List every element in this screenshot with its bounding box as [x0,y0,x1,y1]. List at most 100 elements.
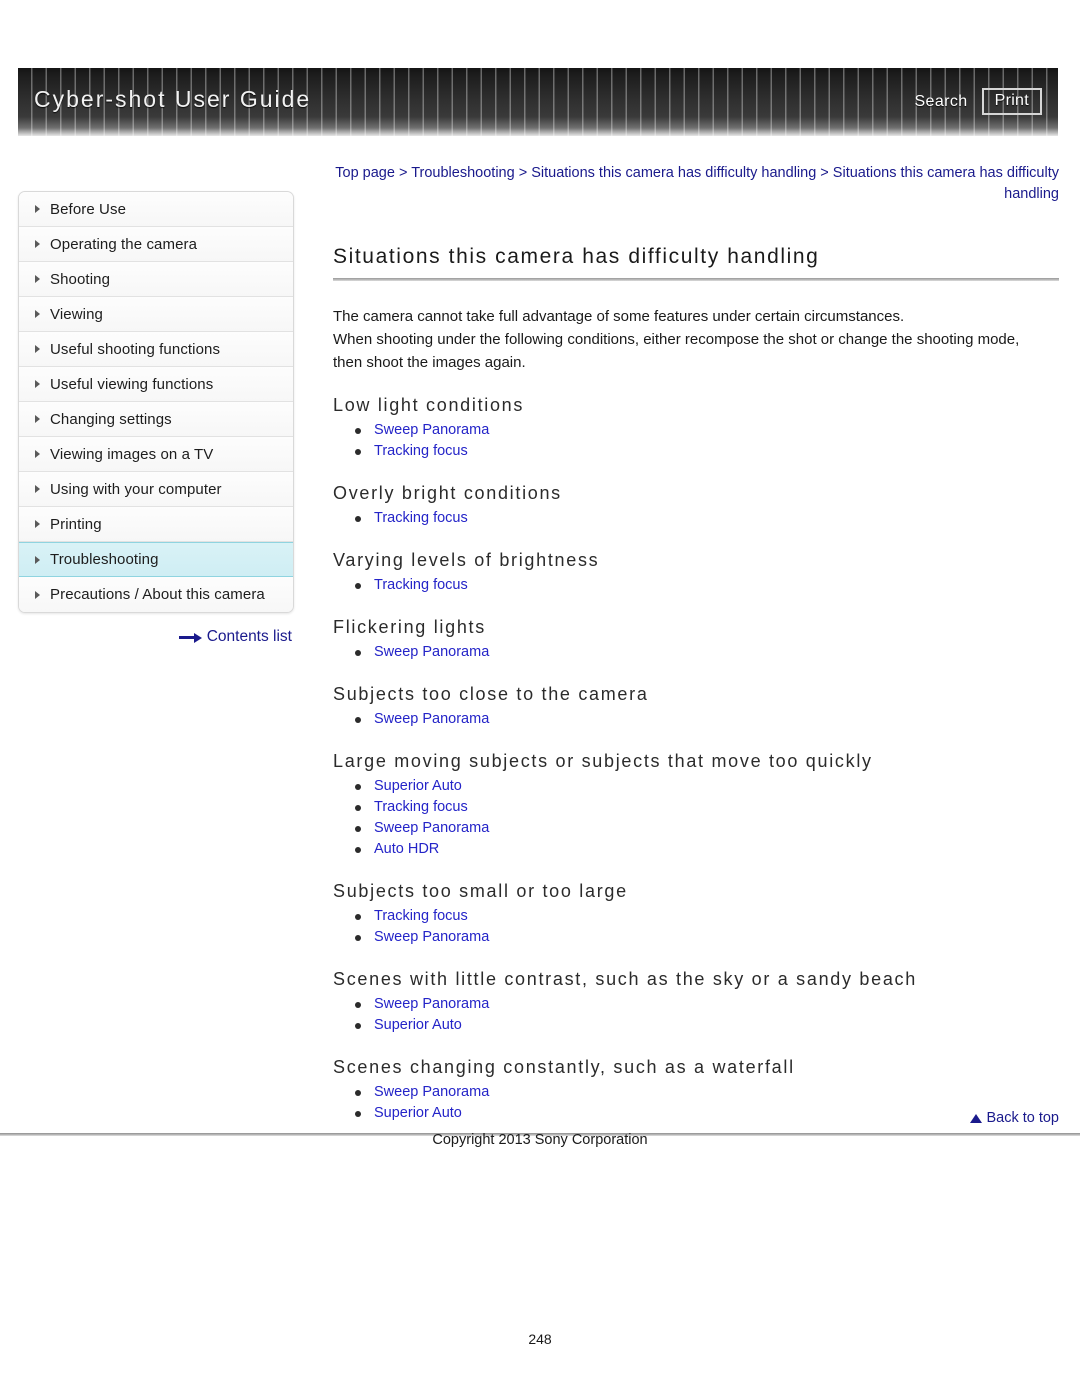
triangle-right-icon [35,555,40,564]
breadcrumb-item-current: Situations this camera has difficulty ha… [832,165,1059,202]
contents-list-link[interactable]: Contents list [18,628,292,646]
sidebar: Before Use Operating the camera Shooting Vi… [18,191,294,613]
back-to-top-label: Back to top [986,1110,1059,1126]
section-link-list: Superior Auto Tracking focus Sweep Panoram… [333,776,1059,860]
breadcrumb-item-troubleshooting[interactable]: Troubleshooting [411,165,514,181]
print-button[interactable]: Print [981,88,1042,115]
intro-paragraph: The camera cannot take full advantage of… [333,305,1059,374]
section-heading: Scenes changing constantly, such as a wa… [333,1057,795,1077]
feature-link[interactable]: Superior Auto [374,1017,462,1033]
bullet-icon [355,805,361,811]
search-link[interactable]: Search [914,93,967,111]
sidebar-item-label: Printing [50,515,102,533]
section-heading: Subjects too close to the camera [333,684,649,704]
header-actions: Search Print [914,88,1042,115]
list-item[interactable]: Sweep Panorama [355,927,1059,948]
triangle-right-icon [35,520,40,528]
title-divider [333,278,1059,281]
content-section: Flickering lights Sweep Panorama [333,617,1059,663]
sidebar-item-label: Operating the camera [50,235,198,253]
list-item[interactable]: Sweep Panorama [355,1082,1059,1103]
list-item[interactable]: Tracking focus [355,906,1059,927]
list-item[interactable]: Superior Auto [355,776,1059,797]
bullet-icon [355,717,361,723]
list-item[interactable]: Sweep Panorama [355,420,1059,441]
list-item[interactable]: Superior Auto [355,1015,1059,1036]
bullet-icon [355,583,361,589]
sidebar-item-changing-settings[interactable]: Changing settings [19,402,293,437]
list-item[interactable]: Sweep Panorama [355,709,1059,730]
sidebar-item-printing[interactable]: Printing [19,507,293,542]
feature-link[interactable]: Superior Auto [374,778,462,794]
back-to-top-link[interactable]: Back to top [333,1110,1059,1126]
sidebar-item-label: Viewing [50,305,103,323]
content-section: Large moving subjects or subjects that m… [333,751,1059,860]
triangle-right-icon [35,590,40,599]
sidebar-item-label: Viewing images on a TV [50,445,214,463]
feature-link[interactable]: Tracking focus [374,577,468,593]
sidebar-item-operating-the-camera[interactable]: Operating the camera [19,227,293,262]
list-item[interactable]: Tracking focus [355,508,1059,529]
triangle-right-icon [35,450,40,458]
feature-link[interactable]: Auto HDR [374,841,439,857]
feature-link[interactable]: Sweep Panorama [374,996,489,1012]
section-heading: Varying levels of brightness [333,550,600,570]
feature-link[interactable]: Tracking focus [374,443,468,459]
feature-link[interactable]: Sweep Panorama [374,711,489,727]
sidebar-item-precautions-about-this-camera[interactable]: Precautions / About this camera [19,577,293,612]
content-section: Varying levels of brightness Tracking foc… [333,550,1059,596]
sidebar-item-using-with-your-computer[interactable]: Using with your computer [19,472,293,507]
feature-link[interactable]: Sweep Panorama [374,644,489,660]
triangle-right-icon [35,205,40,213]
feature-link[interactable]: Sweep Panorama [374,820,489,836]
list-item[interactable]: Sweep Panorama [355,642,1059,663]
section-link-list: Tracking focus [333,508,1059,529]
section-heading: Scenes with little contrast, such as the… [333,969,917,989]
section-link-list: Tracking focus Sweep Panorama [333,906,1059,948]
sidebar-item-shooting[interactable]: Shooting [19,262,293,297]
list-item[interactable]: Sweep Panorama [355,818,1059,839]
sidebar-item-label: Useful shooting functions [50,340,221,358]
breadcrumb-item-top-page[interactable]: Top page [335,165,395,181]
list-item[interactable]: Tracking focus [355,441,1059,462]
intro-line-3: then shoot the images again. [333,354,526,371]
section-heading: Subjects too small or too large [333,881,628,901]
bullet-icon [355,914,361,920]
feature-link[interactable]: Tracking focus [374,908,468,924]
content-section: Overly bright conditions Tracking focus [333,483,1059,529]
bullet-icon [355,935,361,941]
sidebar-item-useful-viewing-functions[interactable]: Useful viewing functions [19,367,293,402]
sidebar-item-troubleshooting[interactable]: Troubleshooting [19,542,293,577]
triangle-right-icon [35,310,40,318]
list-item[interactable]: Tracking focus [355,575,1059,596]
sidebar-item-useful-shooting-functions[interactable]: Useful shooting functions [19,332,293,367]
triangle-right-icon [35,485,40,493]
header-banner: Cyber-shot User Guide Search Print [18,68,1058,136]
sidebar-item-before-use[interactable]: Before Use [19,192,293,227]
sidebar-item-viewing-images-on-a-tv[interactable]: Viewing images on a TV [19,437,293,472]
feature-link[interactable]: Sweep Panorama [374,422,489,438]
triangle-right-icon [35,345,40,353]
list-item[interactable]: Tracking focus [355,797,1059,818]
bullet-icon [355,784,361,790]
sidebar-item-label: Using with your computer [50,480,222,498]
bullet-icon [355,826,361,832]
sidebar-item-label: Changing settings [50,410,172,428]
triangle-up-icon [970,1114,983,1123]
bullet-icon [355,1002,361,1008]
sidebar-item-label: Shooting [50,270,111,288]
sidebar-item-label: Troubleshooting [50,551,159,568]
triangle-right-icon [35,275,40,283]
feature-link[interactable]: Sweep Panorama [374,1084,489,1100]
triangle-right-icon [35,240,40,248]
feature-link[interactable]: Tracking focus [374,799,468,815]
section-heading: Flickering lights [333,617,486,637]
bullet-icon [355,449,361,455]
list-item[interactable]: Sweep Panorama [355,994,1059,1015]
breadcrumb-item-situations[interactable]: Situations this camera has difficulty ha… [531,165,816,181]
page-number: 248 [528,1331,552,1347]
sidebar-item-viewing[interactable]: Viewing [19,297,293,332]
feature-link[interactable]: Tracking focus [374,510,468,526]
list-item[interactable]: Auto HDR [355,839,1059,860]
feature-link[interactable]: Sweep Panorama [374,929,489,945]
